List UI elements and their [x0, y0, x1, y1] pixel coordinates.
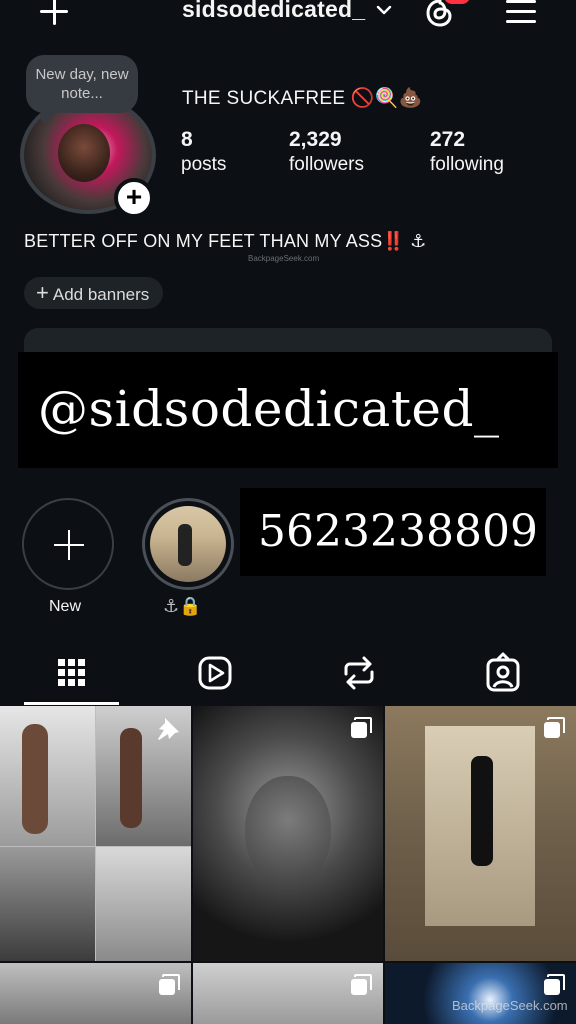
watermark: BackpageSeek.com	[452, 998, 568, 1013]
post-thumbnail[interactable]	[385, 963, 576, 1024]
carousel-icon	[544, 717, 565, 738]
posts-stat[interactable]: 8 posts	[181, 128, 226, 176]
followers-count: 2,329	[289, 128, 342, 151]
threads-icon[interactable]	[424, 0, 456, 28]
handle-overlay-text: @sidsodedicated_	[38, 380, 500, 438]
chevron-down-icon[interactable]	[376, 4, 392, 16]
story-highlight-label: ⚓🔒	[163, 596, 202, 616]
profile-username[interactable]: sidsodedicated_	[182, 0, 365, 23]
profile-tabs	[0, 650, 576, 706]
create-plus-icon[interactable]	[36, 0, 76, 28]
carousel-icon	[544, 974, 565, 995]
carousel-icon	[159, 974, 180, 995]
reposts-icon[interactable]	[300, 650, 420, 706]
reels-icon[interactable]	[156, 650, 276, 706]
top-bar: sidsodedicated_	[0, 0, 576, 30]
post-thumbnail[interactable]	[193, 706, 383, 961]
post-thumbnail[interactable]	[0, 706, 191, 961]
posts-count: 8	[181, 128, 193, 151]
new-highlight-button[interactable]	[22, 498, 114, 590]
following-count: 272	[430, 128, 466, 151]
followers-stat[interactable]: 2,329 followers	[289, 128, 364, 176]
profile-bio: BETTER OFF ON MY FEET THAN MY ASS‼️ ⚓	[24, 231, 427, 251]
post-thumbnail[interactable]	[0, 963, 191, 1024]
posts-grid	[0, 706, 576, 1024]
story-highlight-image	[150, 506, 226, 582]
plus-icon: +	[36, 280, 49, 305]
phone-overlay: 5623238809	[240, 488, 546, 576]
post-thumbnail[interactable]	[385, 706, 576, 961]
post-thumbnail[interactable]	[193, 963, 383, 1024]
note-bubble[interactable]: New day, new note...	[26, 55, 138, 113]
menu-icon[interactable]	[506, 0, 536, 24]
add-banners-label: Add banners	[52, 285, 150, 304]
pinned-icon	[158, 718, 179, 740]
carousel-icon	[351, 974, 372, 995]
handle-overlay: @sidsodedicated_	[18, 352, 558, 468]
add-story-plus-icon[interactable]: +	[114, 178, 154, 218]
followers-label: followers	[289, 154, 364, 175]
carousel-icon	[351, 717, 372, 738]
watermark-small: BackpageSeek.com	[248, 254, 320, 263]
active-tab-indicator	[24, 702, 119, 705]
story-highlight[interactable]	[142, 498, 234, 590]
new-highlight-label: New	[49, 598, 82, 615]
profile-full-name: THE SUCKAFREE 🚫🍭💩	[182, 88, 423, 109]
following-stat[interactable]: 272 following	[430, 128, 504, 176]
grid-icon[interactable]	[12, 650, 132, 706]
following-label: following	[430, 154, 504, 175]
posts-label: posts	[181, 154, 227, 175]
add-banners-button[interactable]: + Add banners	[24, 277, 164, 309]
tagged-icon[interactable]	[444, 650, 564, 706]
phone-overlay-text: 5623238809	[258, 506, 538, 557]
